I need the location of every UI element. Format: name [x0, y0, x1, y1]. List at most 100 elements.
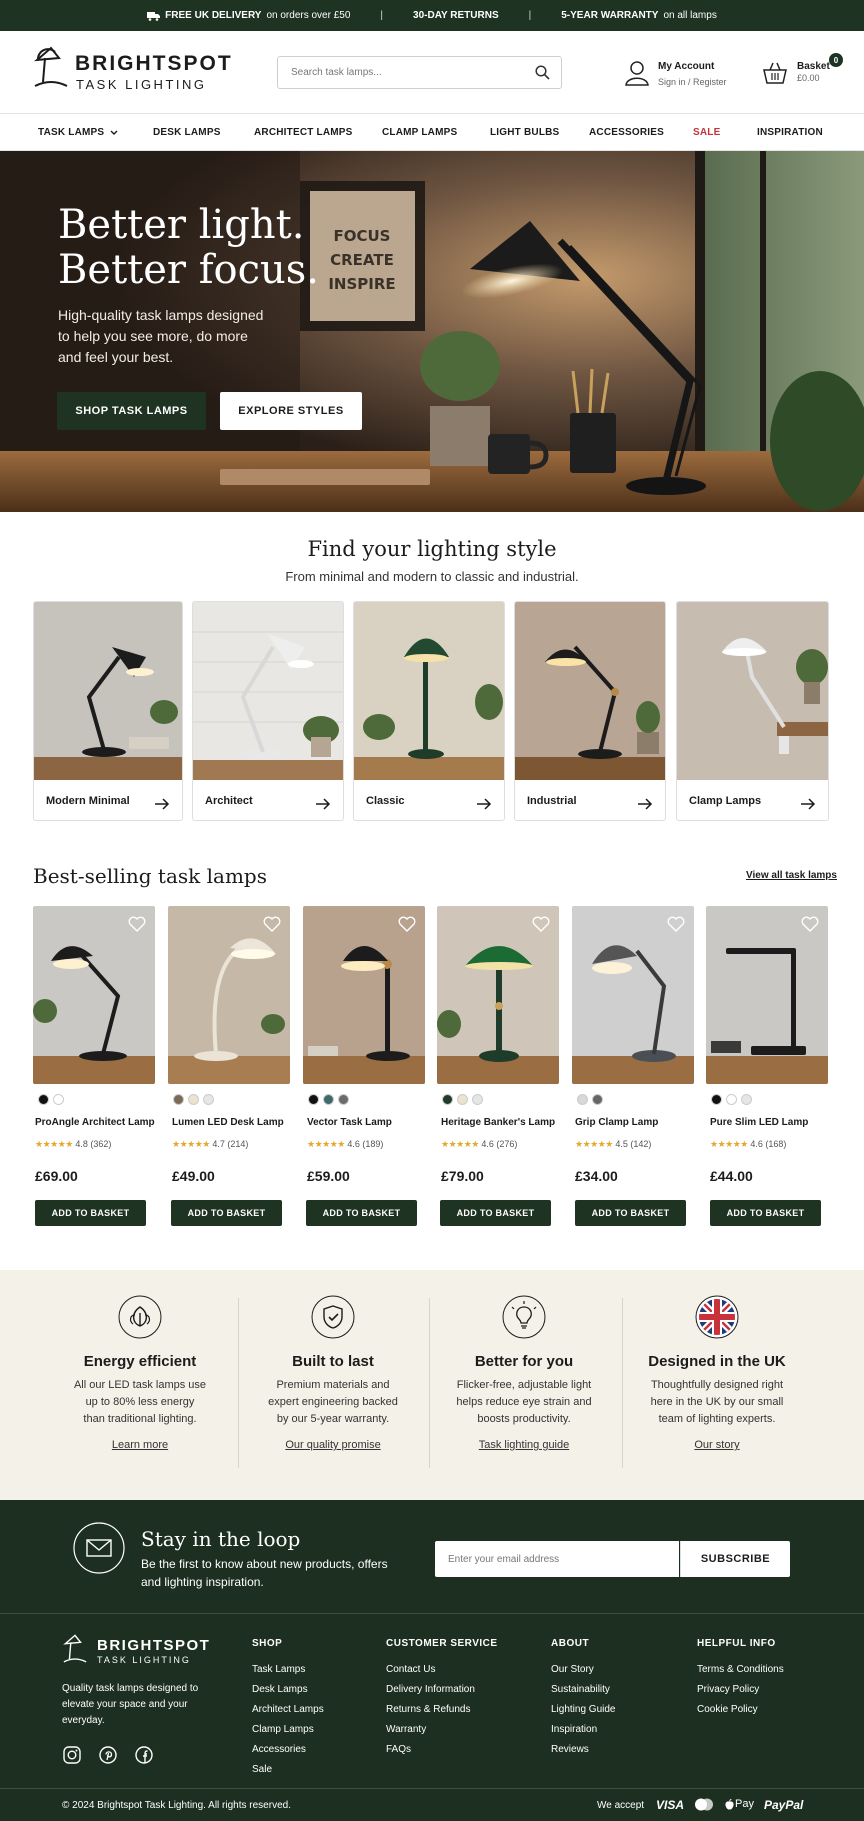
- add-to-basket-button[interactable]: ADD TO BASKET: [35, 1200, 146, 1226]
- nav-item-inspiration[interactable]: INSPIRATION: [757, 127, 823, 138]
- style-card-modern-minimal[interactable]: Modern Minimal: [33, 601, 183, 821]
- nav-item-task-lamps[interactable]: TASK LAMPS: [38, 127, 118, 138]
- footer-logo[interactable]: BRIGHTSPOT TASK LIGHTING: [62, 1634, 212, 1674]
- product-card[interactable]: Grip Clamp Lamp ★★★★★ 4.5 (142) £34.00 A…: [572, 906, 695, 1228]
- wishlist-heart-icon[interactable]: [128, 916, 146, 932]
- wishlist-heart-icon[interactable]: [398, 916, 416, 932]
- style-card-clamp-lamps[interactable]: Clamp Lamps: [676, 601, 829, 821]
- email-input[interactable]: Enter your email address: [435, 1541, 679, 1577]
- product-image[interactable]: [572, 906, 694, 1084]
- footer-link[interactable]: Delivery Information: [386, 1684, 498, 1695]
- wishlist-heart-icon[interactable]: [667, 916, 685, 932]
- footer-link[interactable]: Returns & Refunds: [386, 1704, 498, 1715]
- basket-count-badge: 0: [829, 53, 843, 67]
- product-card[interactable]: Vector Task Lamp ★★★★★ 4.6 (189) £59.00 …: [303, 906, 426, 1228]
- swatch-green[interactable]: [442, 1094, 453, 1105]
- view-all-link[interactable]: View all task lamps: [746, 870, 837, 881]
- swatch-cream[interactable]: [457, 1094, 468, 1105]
- product-image[interactable]: [437, 906, 559, 1084]
- swatch-black[interactable]: [38, 1094, 49, 1105]
- product-name[interactable]: Grip Clamp Lamp: [575, 1117, 658, 1128]
- footer-link[interactable]: Task Lamps: [252, 1664, 324, 1675]
- swatch-cream[interactable]: [188, 1094, 199, 1105]
- footer-link[interactable]: Cookie Policy: [697, 1704, 784, 1715]
- nav-item-accessories[interactable]: ACCESSORIES: [589, 127, 664, 138]
- add-to-basket-button[interactable]: ADD TO BASKET: [440, 1200, 551, 1226]
- footer-link[interactable]: Accessories: [252, 1744, 324, 1755]
- footer-link[interactable]: Warranty: [386, 1724, 498, 1735]
- swatch-black[interactable]: [711, 1094, 722, 1105]
- wishlist-heart-icon[interactable]: [801, 916, 819, 932]
- swatch-light-grey[interactable]: [741, 1094, 752, 1105]
- product-card[interactable]: Heritage Banker's Lamp ★★★★★ 4.6 (276) £…: [437, 906, 560, 1228]
- brand-logo[interactable]: BRIGHTSPOT TASK LIGHTING: [33, 46, 231, 96]
- add-to-basket-button[interactable]: ADD TO BASKET: [306, 1200, 417, 1226]
- swatch-teal[interactable]: [323, 1094, 334, 1105]
- footer-link[interactable]: Clamp Lamps: [252, 1724, 324, 1735]
- swatch-white[interactable]: [53, 1094, 64, 1105]
- footer-link[interactable]: Privacy Policy: [697, 1684, 784, 1695]
- brand-subtitle: TASK LIGHTING: [76, 77, 207, 92]
- product-name[interactable]: Lumen LED Desk Lamp: [172, 1117, 284, 1128]
- product-image[interactable]: [706, 906, 828, 1084]
- style-card-classic[interactable]: Classic: [353, 601, 505, 821]
- product-card[interactable]: ProAngle Architect Lamp ★★★★★ 4.8 (362) …: [33, 906, 156, 1228]
- product-rating: ★★★★★ 4.7 (214): [172, 1139, 248, 1150]
- swatch-white[interactable]: [726, 1094, 737, 1105]
- footer-link[interactable]: Lighting Guide: [551, 1704, 616, 1715]
- nav-item-light-bulbs[interactable]: LIGHT BULBS: [490, 127, 559, 138]
- product-image[interactable]: [168, 906, 290, 1084]
- product-image[interactable]: [303, 906, 425, 1084]
- product-name[interactable]: Vector Task Lamp: [307, 1117, 392, 1128]
- basket-link[interactable]: 0 Basket £0.00: [762, 53, 852, 89]
- footer-link[interactable]: Desk Lamps: [252, 1684, 324, 1695]
- footer-link[interactable]: Reviews: [551, 1744, 616, 1755]
- feature-link[interactable]: Our quality promise: [285, 1439, 380, 1451]
- feature-link[interactable]: Task lighting guide: [479, 1439, 570, 1451]
- swatch-grey[interactable]: [338, 1094, 349, 1105]
- swatch-silver[interactable]: [577, 1094, 588, 1105]
- product-name[interactable]: ProAngle Architect Lamp: [35, 1117, 155, 1128]
- style-card-architect[interactable]: Architect: [192, 601, 344, 821]
- style-card-industrial[interactable]: Industrial: [514, 601, 666, 821]
- search-input[interactable]: Search task lamps...: [277, 56, 562, 89]
- footer-link[interactable]: Sale: [252, 1764, 324, 1775]
- add-to-basket-button[interactable]: ADD TO BASKET: [171, 1200, 282, 1226]
- pinterest-icon[interactable]: [99, 1746, 117, 1764]
- add-to-basket-button[interactable]: ADD TO BASKET: [710, 1200, 821, 1226]
- style-image: [34, 602, 182, 780]
- swatch-light-grey[interactable]: [472, 1094, 483, 1105]
- product-image[interactable]: [33, 906, 155, 1084]
- swatch-grey[interactable]: [592, 1094, 603, 1105]
- footer-link[interactable]: Sustainability: [551, 1684, 616, 1695]
- facebook-icon[interactable]: [135, 1746, 153, 1764]
- subscribe-button[interactable]: SUBSCRIBE: [680, 1541, 790, 1577]
- nav-item-sale[interactable]: SALE: [693, 127, 720, 138]
- feature-link[interactable]: Learn more: [112, 1439, 168, 1451]
- wishlist-heart-icon[interactable]: [263, 916, 281, 932]
- feature-link[interactable]: Our story: [694, 1439, 739, 1451]
- footer-link[interactable]: Inspiration: [551, 1724, 616, 1735]
- swatch-light-grey[interactable]: [203, 1094, 214, 1105]
- nav-item-architect-lamps[interactable]: ARCHITECT LAMPS: [254, 127, 353, 138]
- swatch-taupe[interactable]: [173, 1094, 184, 1105]
- footer-link[interactable]: Contact Us: [386, 1664, 498, 1675]
- nav-item-clamp-lamps[interactable]: CLAMP LAMPS: [382, 127, 457, 138]
- wishlist-heart-icon[interactable]: [532, 916, 550, 932]
- product-card[interactable]: Pure Slim LED Lamp ★★★★★ 4.6 (168) £44.0…: [706, 906, 829, 1228]
- explore-styles-button[interactable]: EXPLORE STYLES: [220, 392, 362, 430]
- add-to-basket-button[interactable]: ADD TO BASKET: [575, 1200, 686, 1226]
- instagram-icon[interactable]: [63, 1746, 81, 1764]
- product-name[interactable]: Pure Slim LED Lamp: [710, 1117, 808, 1128]
- account-link[interactable]: My Account Sign in / Register: [625, 58, 735, 90]
- product-name[interactable]: Heritage Banker's Lamp: [441, 1117, 555, 1128]
- nav-item-desk-lamps[interactable]: DESK LAMPS: [153, 127, 221, 138]
- shop-task-lamps-button[interactable]: SHOP TASK LAMPS: [57, 392, 206, 430]
- search-icon[interactable]: [535, 65, 550, 80]
- swatch-black[interactable]: [308, 1094, 319, 1105]
- footer-link[interactable]: Terms & Conditions: [697, 1664, 784, 1675]
- footer-link[interactable]: Our Story: [551, 1664, 616, 1675]
- product-card[interactable]: Lumen LED Desk Lamp ★★★★★ 4.7 (214) £49.…: [168, 906, 291, 1228]
- footer-link[interactable]: Architect Lamps: [252, 1704, 324, 1715]
- footer-link[interactable]: FAQs: [386, 1744, 498, 1755]
